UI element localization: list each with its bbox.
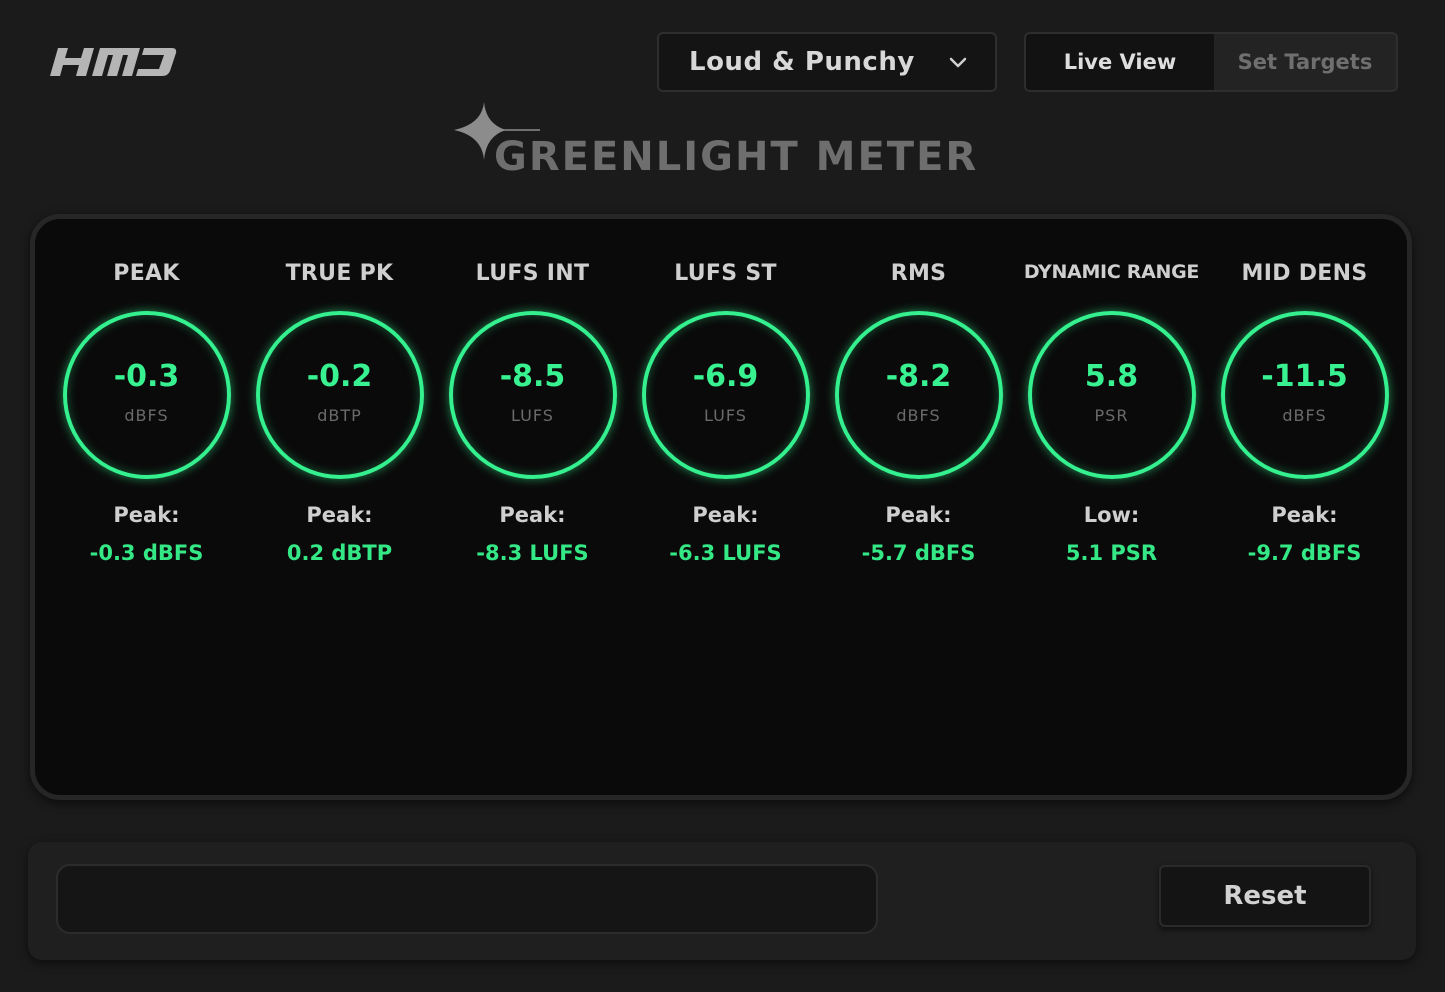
meter-value: 5.8 xyxy=(1084,359,1139,394)
meter-label: RMS xyxy=(890,261,947,286)
preset-dropdown[interactable]: Loud & Punchy xyxy=(657,32,997,92)
meter-ring: -6.9 LUFS xyxy=(641,311,810,479)
meter-value: -6.9 xyxy=(692,359,759,394)
meter-unit: LUFS xyxy=(704,406,747,425)
meter-stat-value: -6.3 LUFS xyxy=(669,541,782,565)
meter-rms: RMS -8.2 dBFS Peak: -5.7 dBFS xyxy=(822,219,1015,599)
meter-stat-label: Peak: xyxy=(1271,503,1338,527)
meter-value: -8.2 xyxy=(885,359,952,394)
meter-label: TRUE PK xyxy=(285,261,394,286)
meter-ring: 5.8 PSR xyxy=(1027,311,1196,479)
bottom-bar: Reset xyxy=(28,842,1416,960)
meter-stat-value: 0.2 dBTP xyxy=(286,541,393,565)
meter-label: LUFS ST xyxy=(674,261,777,286)
meter-unit: LUFS xyxy=(511,406,554,425)
view-toggle: Live View Set Targets xyxy=(1024,32,1398,92)
meter-ring: -8.5 LUFS xyxy=(448,311,617,479)
meter-ring: -0.2 dBTP xyxy=(255,311,424,479)
meter-dynamic-range: DYNAMIC RANGE 5.8 PSR Low: 5.1 PSR xyxy=(1015,219,1208,599)
meter-value: -0.2 xyxy=(306,359,373,394)
meter-stat-value: -0.3 dBFS xyxy=(89,541,204,565)
meter-stat-label: Peak: xyxy=(499,503,566,527)
meter-peak: PEAK -0.3 dBFS Peak: -0.3 dBFS xyxy=(50,219,243,599)
meter-label: MID DENS xyxy=(1241,261,1368,286)
hmd-logo-icon xyxy=(50,48,177,76)
status-message-field xyxy=(56,864,878,934)
meter-unit: dBFS xyxy=(896,406,941,425)
meter-unit: dBTP xyxy=(317,406,362,425)
meter-ring: -8.2 dBFS xyxy=(834,311,1003,479)
greenlight-meter-app: Loud & Punchy Live View Set Targets GREE… xyxy=(0,0,1445,992)
meter-true-peak: TRUE PK -0.2 dBTP Peak: 0.2 dBTP xyxy=(243,219,436,599)
meter-stat-value: 5.1 PSR xyxy=(1065,541,1158,565)
meter-value: -0.3 xyxy=(113,359,180,394)
meter-stat-label: Low: xyxy=(1083,503,1140,527)
meter-unit: dBFS xyxy=(1282,406,1327,425)
meter-stat-label: Peak: xyxy=(306,503,373,527)
meter-unit: PSR xyxy=(1094,406,1129,425)
tab-live-view[interactable]: Live View xyxy=(1026,34,1214,90)
meters-row: PEAK -0.3 dBFS Peak: -0.3 dBFS TRUE PK -… xyxy=(35,219,1407,795)
meter-stat-value: -8.3 LUFS xyxy=(476,541,589,565)
meter-panel: PEAK -0.3 dBFS Peak: -0.3 dBFS TRUE PK -… xyxy=(30,214,1412,800)
meter-unit: dBFS xyxy=(124,406,169,425)
tab-set-targets[interactable]: Set Targets xyxy=(1214,34,1396,90)
meter-lufs-integrated: LUFS INT -8.5 LUFS Peak: -8.3 LUFS xyxy=(436,219,629,599)
meter-label: PEAK xyxy=(113,261,180,286)
meter-label: DYNAMIC RANGE xyxy=(1023,261,1200,283)
reset-button[interactable]: Reset xyxy=(1159,865,1371,927)
meter-value: -8.5 xyxy=(499,359,566,394)
meter-mid-density: MID DENS -11.5 dBFS Peak: -9.7 dBFS xyxy=(1208,219,1401,599)
chevron-down-icon xyxy=(949,57,967,68)
meter-ring: -0.3 dBFS xyxy=(62,311,231,479)
meter-lufs-short-term: LUFS ST -6.9 LUFS Peak: -6.3 LUFS xyxy=(629,219,822,599)
meter-value: -11.5 xyxy=(1261,359,1348,394)
meter-stat-label: Peak: xyxy=(885,503,952,527)
preset-selected-label: Loud & Punchy xyxy=(689,47,915,77)
meter-stat-value: -5.7 dBFS xyxy=(861,541,976,565)
brand-logo xyxy=(48,42,178,82)
meter-stat-label: Peak: xyxy=(113,503,180,527)
meter-label: LUFS INT xyxy=(475,261,590,286)
page-title: GREENLIGHT METER xyxy=(494,134,979,180)
title-block: GREENLIGHT METER xyxy=(450,98,1010,188)
meter-stat-label: Peak: xyxy=(692,503,759,527)
meter-stat-value: -9.7 dBFS xyxy=(1247,541,1362,565)
meter-ring: -11.5 dBFS xyxy=(1220,311,1389,479)
